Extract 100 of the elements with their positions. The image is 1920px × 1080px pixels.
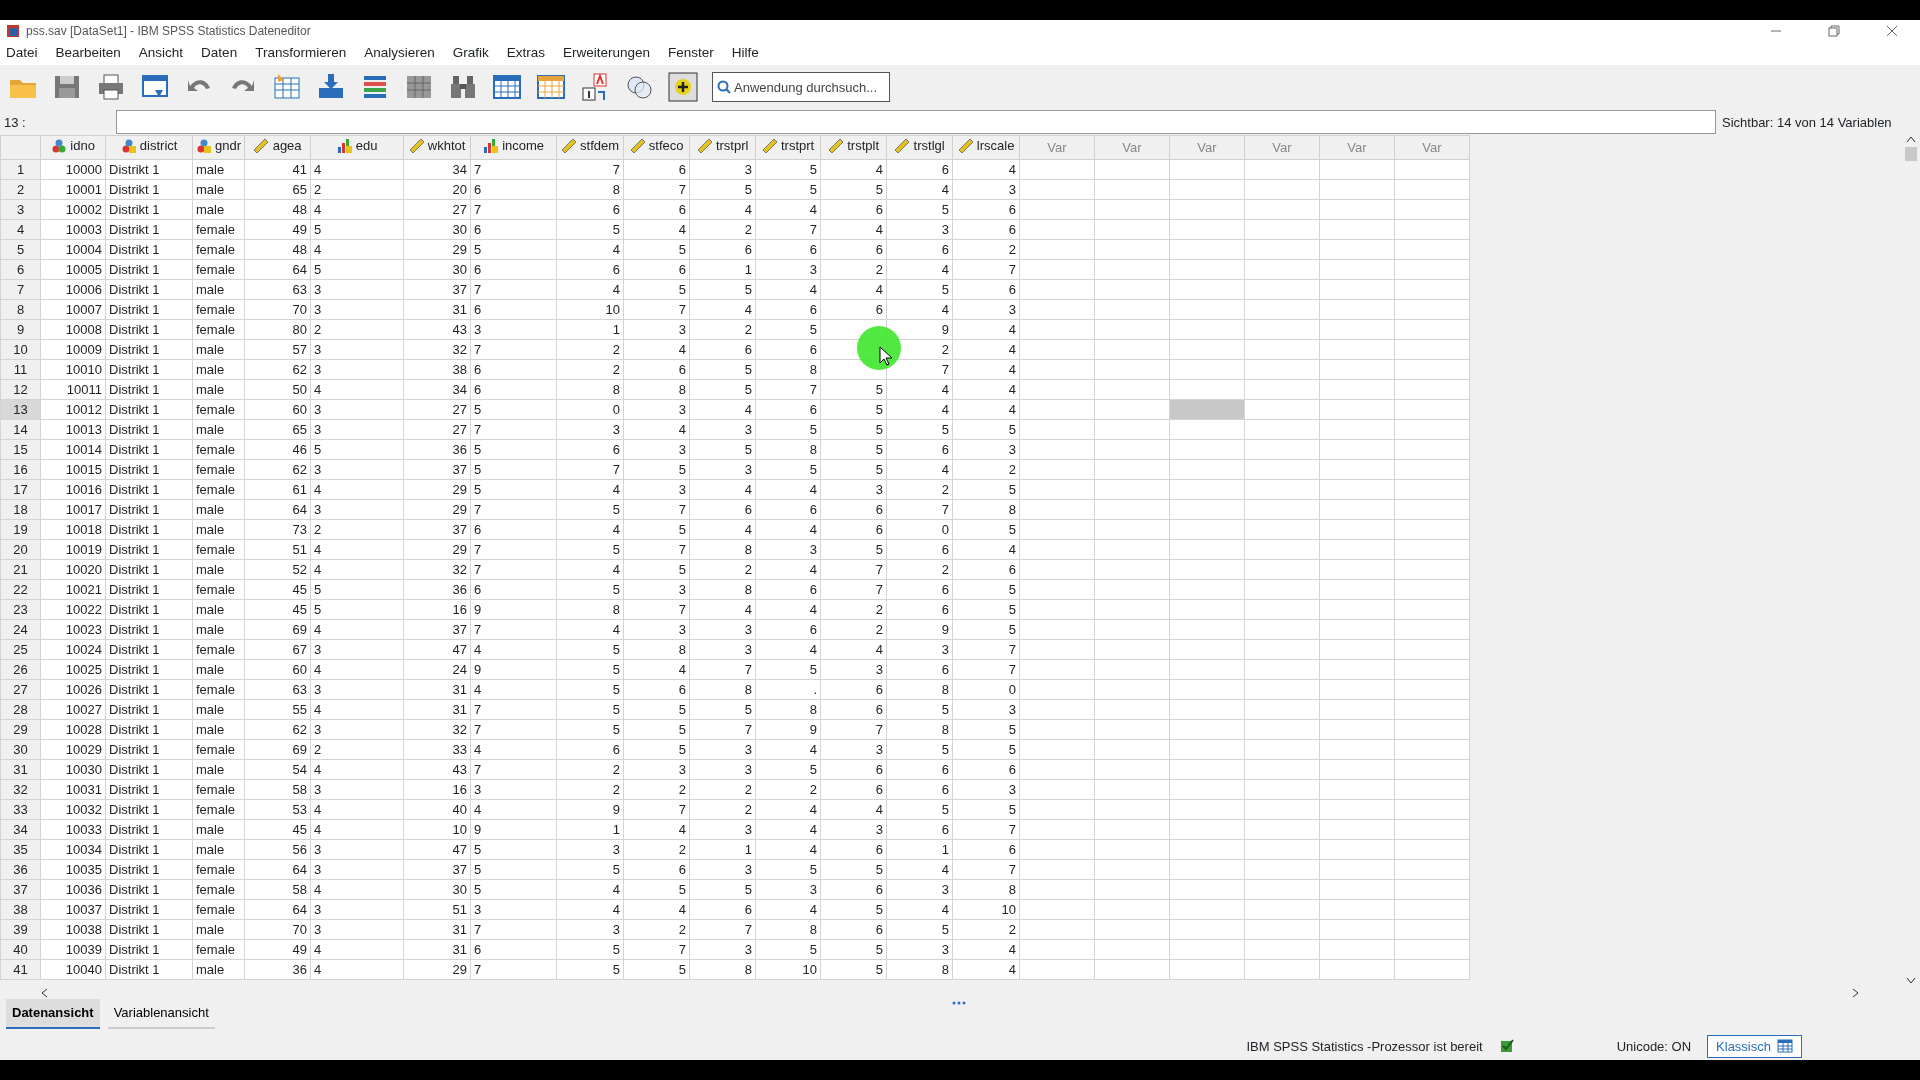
row-number[interactable]: 37 [0, 879, 41, 900]
row-number[interactable]: 2 [0, 179, 41, 200]
table-cell: . [755, 679, 821, 700]
table-cell: 8 [755, 699, 821, 720]
row-number[interactable]: 12 [0, 379, 41, 400]
row-number[interactable]: 41 [0, 959, 41, 980]
table-cell: 3 [689, 859, 756, 880]
table-cell: Distrikt 1 [105, 179, 193, 200]
row-number[interactable]: 33 [0, 799, 41, 820]
table-cell: 7 [470, 619, 557, 640]
table-cell: Distrikt 1 [105, 219, 193, 240]
row-number[interactable]: 30 [0, 739, 41, 760]
row-number[interactable]: 26 [0, 659, 41, 680]
search-field[interactable]: Anwendung durchsuch... [712, 72, 890, 103]
row-number[interactable]: 18 [0, 499, 41, 520]
table-cell: female [192, 779, 245, 800]
row-number[interactable]: 8 [0, 299, 41, 320]
row-number[interactable]: 4 [0, 219, 41, 240]
table-cell: female [192, 299, 245, 320]
row-number[interactable]: 14 [0, 419, 41, 440]
table-cell: 3 [310, 919, 404, 940]
row-number[interactable]: 1 [0, 159, 41, 180]
row-number[interactable]: 25 [0, 639, 41, 660]
table-cell: 31 [403, 919, 471, 940]
row-number[interactable]: 29 [0, 719, 41, 740]
menu-item[interactable]: Fenster [668, 43, 714, 64]
menu-item[interactable]: Extras [506, 43, 545, 64]
row-number[interactable]: 35 [0, 839, 41, 860]
row-number[interactable]: 40 [0, 939, 41, 960]
table-cell: 5 [623, 279, 690, 300]
table-cell: 6 [470, 379, 557, 400]
row-number[interactable]: 21 [0, 559, 41, 580]
column-name[interactable]: edu [355, 136, 378, 156]
table-cell: 4 [310, 759, 404, 780]
row-number[interactable]: 39 [0, 919, 41, 940]
row-number[interactable]: 34 [0, 819, 41, 840]
table-cell: 6 [689, 899, 756, 920]
row-number[interactable]: 22 [0, 579, 41, 600]
row-number[interactable]: 38 [0, 899, 41, 920]
table-cell: 6 [470, 179, 557, 200]
row-number[interactable]: 5 [0, 239, 41, 260]
menu-item[interactable]: Transformieren [255, 43, 347, 64]
table-cell: 5 [820, 419, 887, 440]
table-cell: 4 [886, 299, 953, 320]
row-number[interactable]: 17 [0, 479, 41, 500]
row-number[interactable]: 10 [0, 339, 41, 360]
menu-item[interactable]: Erweiterungen [563, 43, 651, 64]
table-cell: 6 [820, 199, 887, 220]
table-cell: 7 [952, 639, 1020, 660]
table-cell: female [192, 239, 245, 260]
menu-item[interactable]: Hilfe [731, 43, 759, 64]
row-number[interactable]: 6 [0, 259, 41, 280]
table-cell: 3 [310, 459, 404, 480]
row-number[interactable]: 20 [0, 539, 41, 560]
menu-item[interactable]: Grafik [452, 43, 489, 64]
table-cell: 4 [952, 959, 1020, 980]
row-number[interactable]: 16 [0, 459, 41, 480]
menu-item[interactable]: Datei [6, 43, 38, 64]
table-cell: 32 [403, 719, 471, 740]
menu-item[interactable]: Daten [201, 43, 238, 64]
row-number[interactable]: 36 [0, 859, 41, 880]
row-number[interactable]: 15 [0, 439, 41, 460]
row-number[interactable]: 9 [0, 319, 41, 340]
table-cell: female [192, 799, 245, 820]
table-cell: 5 [820, 539, 887, 560]
table-cell: female [192, 439, 245, 460]
table-cell: 2 [755, 779, 821, 800]
table-cell: 5 [952, 599, 1020, 620]
row-number[interactable]: 24 [0, 619, 41, 640]
table-cell: 7 [623, 179, 690, 200]
menu-item[interactable]: Bearbeiten [55, 43, 121, 64]
row-number[interactable]: 31 [0, 759, 41, 780]
table-cell: 3 [689, 159, 756, 180]
row-number[interactable]: 13 [0, 399, 41, 420]
menu-item[interactable]: Analysieren [364, 43, 435, 64]
row-number[interactable]: 27 [0, 679, 41, 700]
table-cell: 6 [623, 859, 690, 880]
table-cell: 5 [556, 639, 624, 660]
row-number[interactable]: 23 [0, 599, 41, 620]
classic-mode-button[interactable]: Klassisch [1707, 1034, 1802, 1059]
table-cell: 3 [689, 939, 756, 960]
table-cell: 5 [820, 959, 887, 980]
row-number[interactable]: 3 [0, 199, 41, 220]
table-cell: 5 [689, 279, 756, 300]
table-cell: 41 [244, 159, 311, 180]
table-cell: 30 [403, 219, 471, 240]
row-number[interactable]: 32 [0, 779, 41, 800]
table-cell: 6 [623, 359, 690, 380]
row-number[interactable]: 28 [0, 699, 41, 720]
table-cell: 5 [886, 739, 953, 760]
row-number[interactable]: 11 [0, 359, 41, 380]
menu-item[interactable]: Ansicht [138, 43, 184, 64]
table-cell: 10023 [40, 619, 106, 640]
table-cell: 4 [886, 859, 953, 880]
view-tab[interactable]: Datenansicht [6, 999, 100, 1029]
row-number[interactable]: 7 [0, 279, 41, 300]
table-cell: female [192, 259, 245, 280]
table-cell: Distrikt 1 [105, 339, 193, 360]
table-cell: 4 [755, 479, 821, 500]
row-number[interactable]: 19 [0, 519, 41, 540]
